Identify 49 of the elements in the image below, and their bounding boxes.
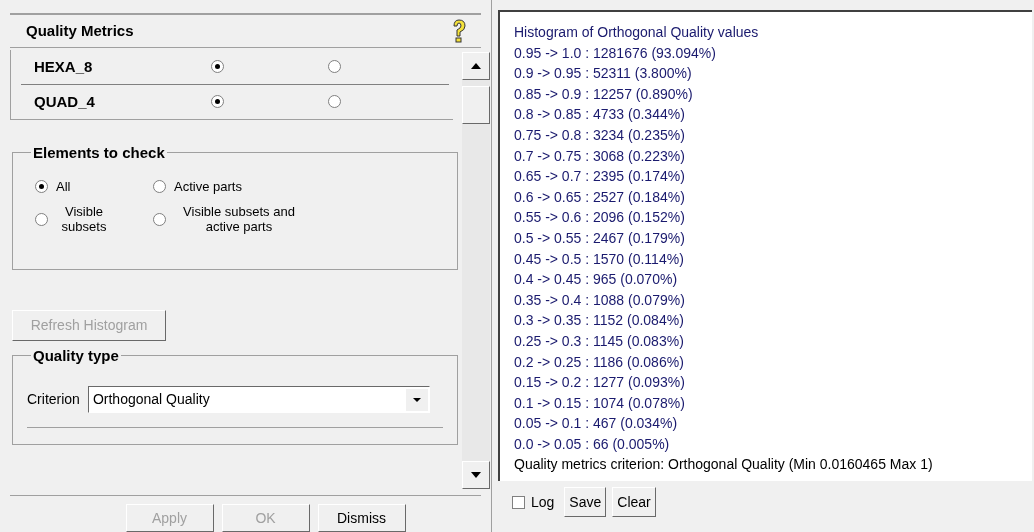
radio-button[interactable] bbox=[153, 180, 166, 193]
histogram-line: 0.1 -> 0.15 : 1074 (0.078%) bbox=[514, 393, 685, 413]
scrollbar[interactable] bbox=[462, 52, 490, 489]
histogram-line: 0.15 -> 0.2 : 1277 (0.093%) bbox=[514, 373, 685, 393]
radio-button[interactable] bbox=[211, 60, 224, 74]
histogram-line: 0.65 -> 0.7 : 2395 (0.174%) bbox=[514, 167, 685, 187]
summary-line: Quality metrics criterion: Orthogonal Quality (Min 0.0160465 Max 1) bbox=[514, 455, 933, 475]
histogram-line: 0.5 -> 0.55 : 2467 (0.179%) bbox=[514, 228, 685, 248]
histogram-line: 0.9 -> 0.95 : 52311 (3.800%) bbox=[514, 64, 692, 84]
histogram-line: 0.85 -> 0.9 : 12257 (0.890%) bbox=[514, 84, 693, 104]
push-button[interactable]: Save bbox=[564, 487, 607, 517]
radio-label: All bbox=[56, 179, 71, 194]
log-label: Log bbox=[531, 492, 555, 512]
histogram-line: 0.95 -> 1.0 : 1281676 (93.094%) bbox=[514, 43, 716, 63]
histogram-line: 0.0 -> 0.05 : 66 (0.005%) bbox=[514, 434, 670, 454]
criterion-label: Criterion bbox=[27, 390, 80, 409]
radio-label: Visible subsets bbox=[60, 204, 108, 234]
radio-button[interactable] bbox=[211, 95, 224, 109]
radio-button[interactable] bbox=[328, 95, 341, 109]
element-type-label: QUAD_4 bbox=[33, 91, 96, 112]
log-checkbox[interactable] bbox=[512, 495, 525, 509]
histogram-line: 0.25 -> 0.3 : 1145 (0.083%) bbox=[514, 331, 684, 351]
histogram-line: 0.45 -> 0.5 : 1570 (0.114%) bbox=[514, 249, 684, 269]
radio-button[interactable] bbox=[35, 212, 48, 226]
histogram-line: 0.8 -> 0.85 : 4733 (0.344%) bbox=[514, 105, 685, 125]
radio-label: Active parts bbox=[174, 179, 242, 194]
criterion-dropdown[interactable]: Orthogonal Quality bbox=[87, 386, 430, 413]
push-button[interactable]: Clear bbox=[612, 487, 656, 517]
radio-button[interactable] bbox=[35, 180, 48, 193]
histogram-line: 0.3 -> 0.35 : 1152 (0.084%) bbox=[514, 311, 684, 331]
radio-button[interactable] bbox=[328, 60, 341, 74]
histogram-line: 0.35 -> 0.4 : 1088 (0.079%) bbox=[514, 290, 685, 310]
histogram-line: 0.4 -> 0.45 : 965 (0.070%) bbox=[514, 270, 678, 290]
radio-label: Visible subsets and active parts bbox=[182, 204, 296, 234]
help-icon[interactable] bbox=[451, 19, 467, 44]
histogram-line: Histogram of Orthogonal Quality values bbox=[514, 23, 759, 42]
radio-button[interactable] bbox=[153, 212, 166, 226]
histogram-line: 0.2 -> 0.25 : 1186 (0.086%) bbox=[514, 352, 684, 372]
histogram-line: 0.75 -> 0.8 : 3234 (0.235%) bbox=[514, 125, 685, 145]
element-type-label: HEXA_8 bbox=[33, 56, 94, 77]
histogram-line: 0.05 -> 0.1 : 467 (0.034%) bbox=[514, 414, 678, 434]
histogram-line: 0.55 -> 0.6 : 2096 (0.152%) bbox=[514, 208, 685, 228]
scroll-up-arrow-icon[interactable] bbox=[471, 63, 481, 69]
scrollbar-thumb[interactable] bbox=[462, 86, 490, 124]
histogram-line: 0.7 -> 0.75 : 3068 (0.223%) bbox=[514, 146, 685, 166]
push-button[interactable]: Dismiss bbox=[317, 504, 406, 532]
histogram-line: 0.6 -> 0.65 : 2527 (0.184%) bbox=[514, 187, 685, 207]
scroll-down-arrow-icon[interactable] bbox=[471, 472, 481, 478]
panel-title: Quality Metrics bbox=[26, 20, 134, 41]
